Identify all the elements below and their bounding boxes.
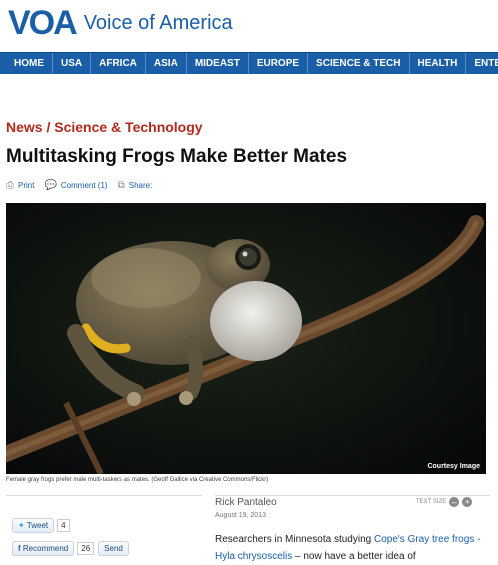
section-breadcrumb[interactable]: News / Science & Technology	[6, 119, 203, 135]
text-size-control: TEXT SIZE – +	[416, 497, 473, 507]
nav-item-mideast[interactable]: MIDEAST	[187, 53, 249, 74]
article-intro: Researchers in Minnesota studying Cope's…	[215, 531, 490, 565]
tweet-row: ✦ Tweet 4	[12, 518, 70, 533]
facebook-row: f Recommend 26 Send	[12, 541, 129, 556]
send-button[interactable]: Send	[98, 541, 129, 556]
author-name[interactable]: Rick Pantaleo	[215, 497, 277, 508]
twitter-bird-icon: ✦	[18, 521, 25, 530]
nav-item-africa[interactable]: AFRICA	[91, 53, 146, 74]
tweet-count: 4	[57, 519, 70, 532]
publish-date: August 19, 2013	[215, 512, 266, 519]
share-icon: ⧉	[117, 180, 125, 191]
voa-logo-mark: VOA	[8, 4, 78, 42]
comment-label: Comment (1)	[60, 181, 108, 190]
intro-text-before: Researchers in Minnesota studying	[215, 534, 374, 545]
nav-item-science-tech[interactable]: SCIENCE & TECH	[308, 53, 410, 74]
nav-item-health[interactable]: HEALTH	[410, 53, 467, 74]
recommend-label: Recommend	[22, 544, 69, 553]
voa-logo-text: Voice of America	[83, 12, 233, 34]
article-tools: ⎙ Print 💬 Comment (1) ⧉ Share:	[6, 180, 162, 191]
decrease-text-icon[interactable]: –	[449, 497, 460, 507]
recommend-button[interactable]: f Recommend	[12, 541, 75, 556]
tweet-label: Tweet	[26, 521, 49, 530]
comment-link[interactable]: 💬 Comment (1)	[44, 180, 107, 191]
nav-item-entertainment[interactable]: ENTERTAINMENT	[466, 53, 498, 74]
print-label: Print	[18, 181, 35, 190]
article-photo: Courtesy Image	[6, 203, 486, 474]
photo-caption: Female gray frogs prefer male multi-task…	[6, 477, 269, 483]
print-link[interactable]: ⎙ Print	[6, 180, 34, 191]
nav-item-usa[interactable]: USA	[53, 53, 92, 74]
tweet-button[interactable]: ✦ Tweet	[12, 518, 55, 533]
frog-photo-image	[6, 203, 486, 474]
comment-bubble-icon: 💬	[44, 180, 57, 191]
intro-text-after: – now have a better idea of	[292, 551, 416, 562]
send-label: Send	[104, 544, 123, 553]
share-link[interactable]: ⧉ Share:	[118, 180, 153, 191]
text-size-label: TEXT SIZE	[416, 499, 447, 505]
increase-text-icon[interactable]: +	[462, 497, 473, 507]
site-header: VOA Voice of America	[0, 0, 498, 52]
recommend-count: 26	[77, 542, 95, 555]
voa-logo[interactable]: VOA Voice of America	[8, 6, 233, 40]
article-title: Multitasking Frogs Make Better Mates	[6, 146, 348, 167]
printer-icon: ⎙	[6, 180, 14, 191]
share-label: Share:	[128, 181, 153, 190]
facebook-icon: f	[18, 544, 21, 553]
photo-credit: Courtesy Image	[427, 463, 480, 470]
divider-left	[6, 495, 202, 496]
nav-item-home[interactable]: HOME	[0, 53, 53, 74]
nav-item-europe[interactable]: EUROPE	[249, 53, 309, 74]
divider-right	[215, 495, 490, 496]
nav-item-asia[interactable]: ASIA	[146, 53, 187, 74]
main-nav: HOME USA AFRICA ASIA MIDEAST EUROPE SCIE…	[0, 52, 498, 74]
